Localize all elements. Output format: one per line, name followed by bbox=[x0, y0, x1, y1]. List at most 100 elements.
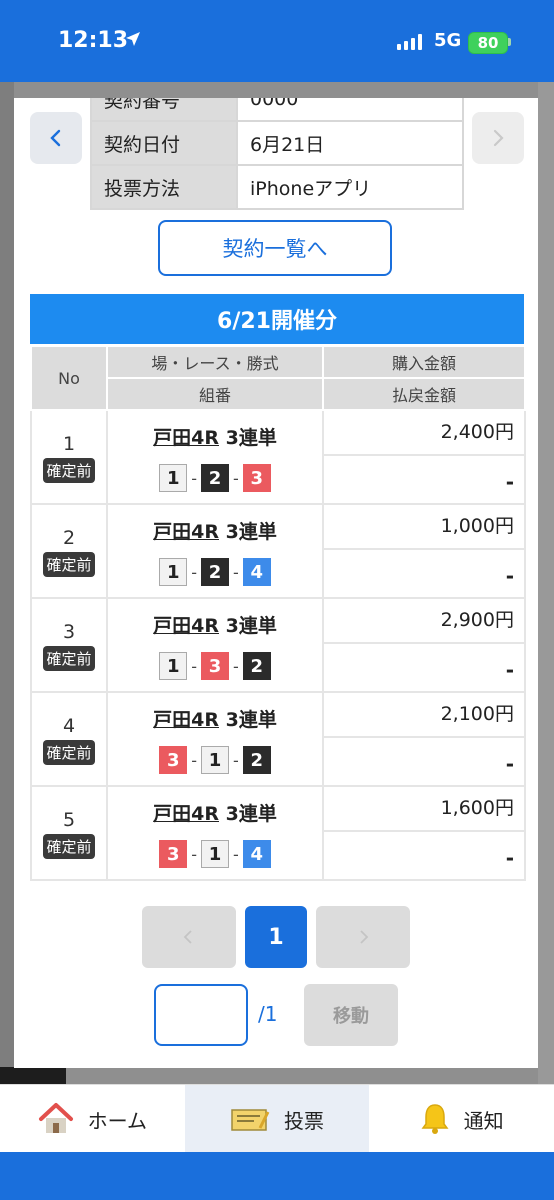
previous-contract-button[interactable] bbox=[30, 112, 82, 164]
venue-link[interactable]: 戸田4R bbox=[153, 615, 219, 637]
chevron-left-icon bbox=[50, 129, 61, 147]
table-header-row: No 場・レース・勝式 購入金額 bbox=[30, 345, 526, 411]
boat-number-box: 4 bbox=[242, 558, 271, 586]
bottom-tab-bar: ホーム 投票 通知 bbox=[0, 1084, 554, 1153]
boat-number-box: 1 bbox=[201, 746, 229, 774]
bet-type: 3連単 bbox=[225, 521, 277, 543]
combination: 1-2-4 bbox=[108, 558, 322, 586]
section-title: 6/21開催分 bbox=[30, 294, 524, 344]
amount-cell: 2,100円 - bbox=[322, 691, 526, 787]
pagination-next-button[interactable] bbox=[316, 906, 410, 968]
purchase-amount: 2,400円 bbox=[324, 411, 524, 456]
refund-amount: - bbox=[505, 658, 514, 682]
bets-table: No 場・レース・勝式 購入金額 組番 払戻金額 1 確定前 戸田4R 3連単 … bbox=[30, 345, 526, 881]
home-icon bbox=[38, 1103, 73, 1133]
pagination-prev-button[interactable] bbox=[142, 906, 236, 968]
race-info: 戸田4R 3連単 bbox=[108, 705, 322, 732]
bell-icon bbox=[421, 1104, 449, 1134]
boat-number-box: 2 bbox=[201, 464, 229, 492]
bet-number: 3 bbox=[62, 620, 76, 643]
venue-link[interactable]: 戸田4R bbox=[153, 803, 219, 825]
contract-info-table: 契約番号 0000 契約日付 6月21日 投票方法 iPhoneアプリ bbox=[90, 98, 464, 210]
bet-type: 3連単 bbox=[225, 803, 277, 825]
tab-home[interactable]: ホーム bbox=[0, 1085, 185, 1153]
chevron-left-icon bbox=[183, 930, 192, 944]
tab-notifications[interactable]: 通知 bbox=[369, 1085, 554, 1153]
network-type: 5G bbox=[434, 30, 462, 51]
amount-cell: 2,900円 - bbox=[322, 597, 526, 693]
contract-list-button[interactable]: 契約一覧へ bbox=[158, 220, 392, 276]
amount-cell: 1,000円 - bbox=[322, 503, 526, 599]
table-row: 2 確定前 戸田4R 3連単 1-2-4 1,000円 - bbox=[30, 503, 526, 599]
background-right-strip bbox=[538, 82, 554, 1084]
battery-icon: 80 bbox=[468, 32, 508, 54]
combination: 1-2-3 bbox=[108, 464, 322, 492]
race-cell: 戸田4R 3連単 1-2-4 bbox=[106, 503, 324, 599]
contract-label: 投票方法 bbox=[90, 164, 238, 210]
signal-icon bbox=[397, 34, 422, 50]
tab-label: 通知 bbox=[463, 1108, 504, 1133]
boat-number-box: 1 bbox=[159, 652, 188, 680]
bet-no-cell: 3 確定前 bbox=[30, 597, 108, 693]
page-number-input[interactable] bbox=[154, 984, 248, 1046]
venue-link[interactable]: 戸田4R bbox=[153, 709, 219, 731]
purchase-amount: 1,000円 bbox=[324, 505, 524, 550]
refund-amount: - bbox=[505, 846, 514, 870]
bet-no-cell: 4 確定前 bbox=[30, 691, 108, 787]
boat-number-box: 3 bbox=[201, 652, 229, 680]
table-row: 1 確定前 戸田4R 3連単 1-2-3 2,400円 - bbox=[30, 409, 526, 505]
bet-number: 4 bbox=[62, 714, 76, 737]
bet-type: 3連単 bbox=[225, 427, 277, 449]
combo-separator: - bbox=[233, 656, 239, 676]
boat-number-box: 2 bbox=[242, 746, 271, 774]
contract-row-number: 契約番号 0000 bbox=[90, 98, 464, 122]
header-race: 場・レース・勝式 bbox=[106, 345, 324, 379]
contract-label: 契約番号 bbox=[90, 98, 238, 122]
tab-label: ホーム bbox=[87, 1108, 148, 1133]
page-total: /1 bbox=[258, 1002, 278, 1026]
pagination-current-page[interactable]: 1 bbox=[245, 906, 307, 968]
status-badge: 確定前 bbox=[43, 645, 95, 671]
status-badge: 確定前 bbox=[43, 739, 95, 765]
venue-link[interactable]: 戸田4R bbox=[153, 521, 219, 543]
combo-separator: - bbox=[191, 468, 197, 488]
boat-number-box: 2 bbox=[242, 652, 271, 680]
table-row: 3 確定前 戸田4R 3連単 1-3-2 2,900円 - bbox=[30, 597, 526, 693]
header-no: No bbox=[30, 345, 108, 411]
combination: 1-3-2 bbox=[108, 652, 322, 680]
boat-number-box: 3 bbox=[159, 746, 188, 774]
bet-type: 3連単 bbox=[225, 709, 277, 731]
race-cell: 戸田4R 3連単 1-3-2 bbox=[106, 597, 324, 693]
combo-separator: - bbox=[191, 844, 197, 864]
status-badge: 確定前 bbox=[43, 551, 95, 577]
contract-row-method: 投票方法 iPhoneアプリ bbox=[90, 164, 464, 210]
bet-number: 1 bbox=[62, 432, 76, 455]
next-contract-button[interactable] bbox=[472, 112, 524, 164]
ticket-icon bbox=[231, 1109, 270, 1131]
header-combo: 組番 bbox=[106, 377, 324, 411]
move-button[interactable]: 移動 bbox=[304, 984, 398, 1046]
combo-separator: - bbox=[233, 562, 239, 582]
venue-link[interactable]: 戸田4R bbox=[153, 427, 219, 449]
tab-vote[interactable]: 投票 bbox=[184, 1085, 370, 1153]
chevron-right-icon bbox=[493, 129, 504, 147]
purchase-amount: 1,600円 bbox=[324, 787, 524, 832]
status-badge: 確定前 bbox=[43, 457, 95, 483]
status-bar: 12:13 5G 80 bbox=[0, 0, 554, 82]
boat-number-box: 2 bbox=[201, 558, 229, 586]
tab-label: 投票 bbox=[284, 1108, 324, 1133]
combo-separator: - bbox=[233, 750, 239, 770]
clock: 12:13 bbox=[58, 28, 129, 53]
table-row: 5 確定前 戸田4R 3連単 3-1-4 1,600円 - bbox=[30, 785, 526, 881]
amount-cell: 2,400円 - bbox=[322, 409, 526, 505]
bet-number: 2 bbox=[62, 526, 76, 549]
combo-separator: - bbox=[233, 844, 239, 864]
combo-separator: - bbox=[191, 562, 197, 582]
header-refund: 払戻金額 bbox=[322, 377, 526, 411]
bet-no-cell: 2 確定前 bbox=[30, 503, 108, 599]
refund-amount: - bbox=[505, 470, 514, 494]
boat-number-box: 3 bbox=[242, 464, 271, 492]
bet-type: 3連単 bbox=[225, 615, 277, 637]
location-arrow-icon bbox=[124, 30, 142, 53]
status-badge: 確定前 bbox=[43, 833, 95, 859]
